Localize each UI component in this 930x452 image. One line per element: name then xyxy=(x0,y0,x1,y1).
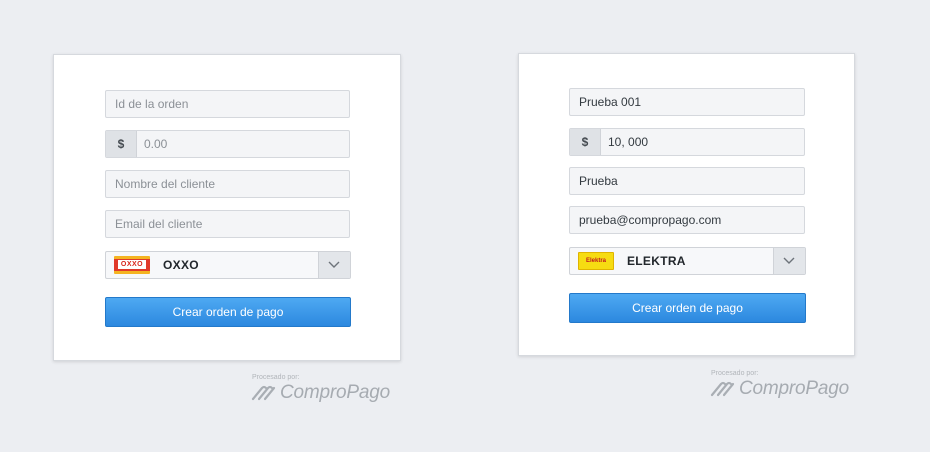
brand-name: ComproPago xyxy=(739,378,849,399)
oxxo-logo-text: OXXO xyxy=(118,260,146,269)
processed-by-label: Procesado por: xyxy=(711,370,759,377)
currency-addon: $ xyxy=(570,129,601,155)
compropago-logo-icon xyxy=(251,385,276,401)
payment-form-card-filled: Prueba 001 $ 10, 000 Prueba prueba@compr… xyxy=(518,53,855,356)
selected-provider-label: OXXO xyxy=(163,258,199,272)
create-payment-order-button[interactable]: Crear orden de pago xyxy=(105,297,351,327)
amount-input[interactable]: 0.00 xyxy=(137,131,167,157)
elektra-logo-text: Elektra xyxy=(585,258,606,264)
customer-email-input[interactable]: prueba@compropago.com xyxy=(569,206,805,234)
currency-addon: $ xyxy=(106,131,137,157)
processed-by-brand: Procesado por: ComproPago xyxy=(250,374,390,404)
order-id-input[interactable]: Prueba 001 xyxy=(569,88,805,116)
payment-provider-select[interactable]: OXXO OXXO xyxy=(105,251,351,279)
select-toggle[interactable] xyxy=(773,248,805,274)
amount-input[interactable]: 10, 000 xyxy=(601,129,648,155)
oxxo-logo: OXXO xyxy=(114,256,150,274)
select-toggle[interactable] xyxy=(318,252,350,278)
processed-by-brand: Procesado por: ComproPago xyxy=(709,370,849,400)
selected-provider-label: ELEKTRA xyxy=(627,254,686,268)
order-id-input[interactable]: Id de la orden xyxy=(105,90,350,118)
create-payment-order-button[interactable]: Crear orden de pago xyxy=(569,293,806,323)
compropago-logo-icon xyxy=(710,381,735,397)
elektra-logo: Elektra xyxy=(578,252,614,270)
processed-by-label: Procesado por: xyxy=(252,374,300,381)
amount-input-group[interactable]: $ 10, 000 xyxy=(569,128,805,156)
customer-email-input[interactable]: Email del cliente xyxy=(105,210,350,238)
customer-name-input[interactable]: Nombre del cliente xyxy=(105,170,350,198)
brand-name: ComproPago xyxy=(280,382,390,403)
payment-provider-select[interactable]: Elektra ELEKTRA xyxy=(569,247,806,275)
customer-name-input[interactable]: Prueba xyxy=(569,167,805,195)
chevron-down-icon xyxy=(328,261,340,268)
amount-input-group[interactable]: $ 0.00 xyxy=(105,130,350,158)
payment-form-card-empty: Id de la orden $ 0.00 Nombre del cliente… xyxy=(53,54,401,361)
chevron-down-icon xyxy=(783,257,795,264)
